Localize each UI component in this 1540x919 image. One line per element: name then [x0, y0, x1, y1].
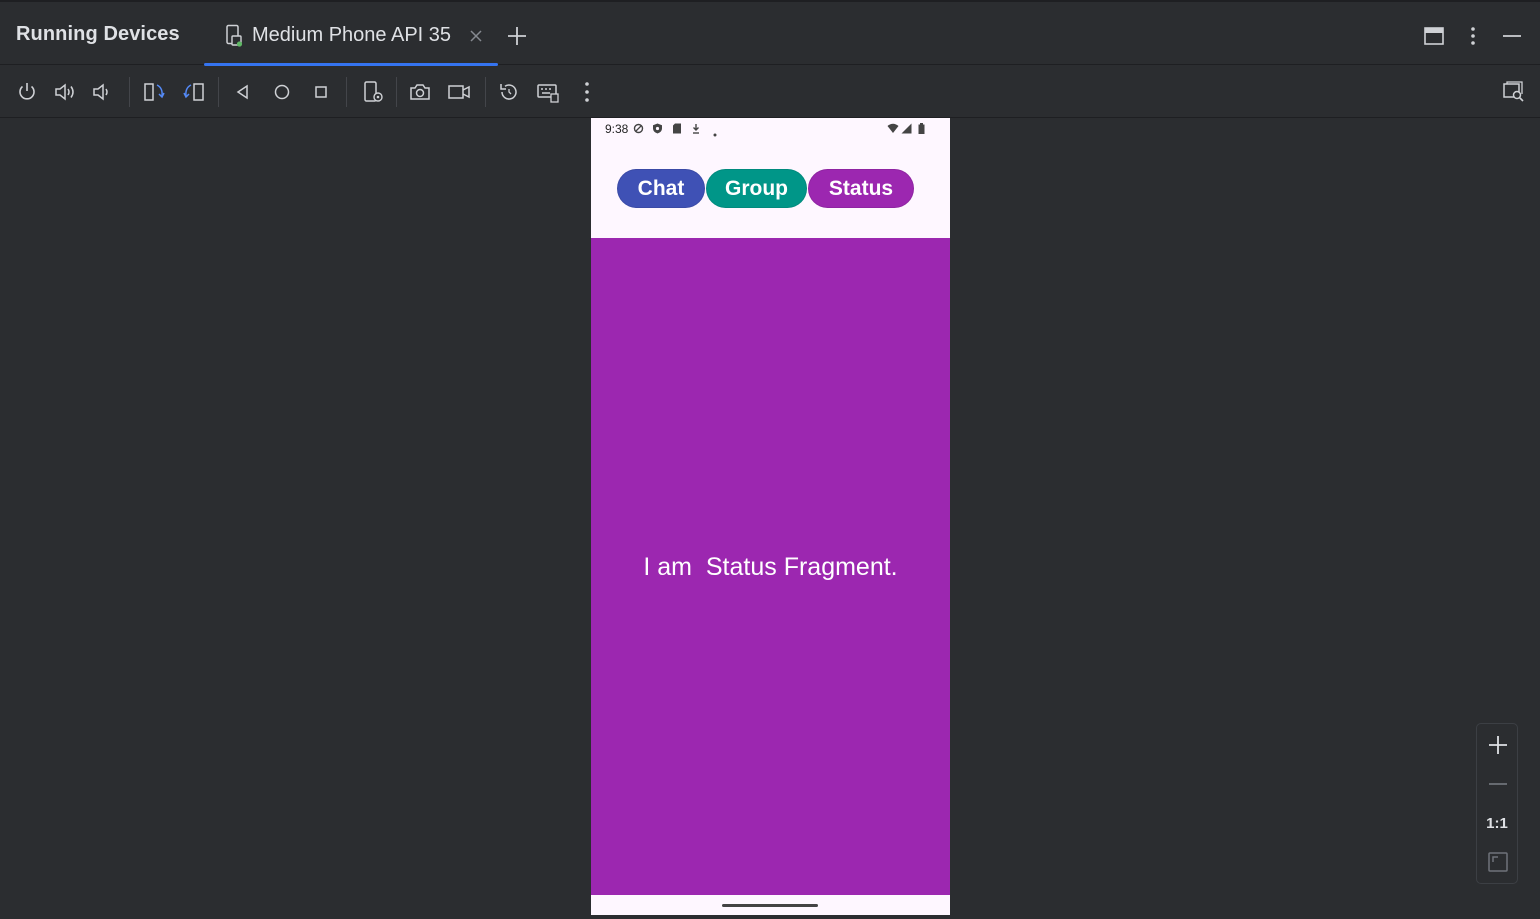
more-options-icon[interactable] [1464, 26, 1482, 51]
home-icon[interactable] [270, 80, 294, 104]
fragment-container: I am Status Fragment. [591, 238, 950, 895]
wifi-icon [887, 123, 899, 137]
volume-down-icon[interactable] [91, 80, 115, 104]
group-button-label: Group [725, 176, 788, 200]
restore-layout-icon[interactable] [1423, 26, 1445, 51]
device-screen[interactable]: 9:38 Chat Group Status I am Status Fragm… [591, 118, 950, 915]
phone-device-icon [224, 24, 244, 53]
device-mirror-search-icon[interactable] [1502, 80, 1526, 104]
home-handle[interactable] [722, 904, 818, 907]
volume-up-icon[interactable] [53, 80, 77, 104]
more-icon[interactable] [575, 80, 599, 104]
rotate-left-icon[interactable] [142, 80, 166, 104]
cell-signal-icon [901, 123, 912, 137]
vpn-icon [633, 123, 644, 137]
reset-icon[interactable] [497, 80, 521, 104]
toolbar-separator [396, 77, 397, 107]
tab-medium-phone[interactable]: Medium Phone API 35 [204, 2, 498, 66]
download-icon [691, 123, 701, 137]
device-settings-icon[interactable] [361, 80, 385, 104]
toolbar-separator [346, 77, 347, 107]
group-button[interactable]: Group [706, 169, 807, 208]
chat-button[interactable]: Chat [617, 169, 705, 208]
fragment-text: I am Status Fragment. [643, 553, 898, 581]
panel-title: Running Devices [16, 23, 180, 45]
toolbar-separator [129, 77, 130, 107]
title-bar: Running Devices Medium Phone API 35 [0, 0, 1540, 66]
toolbar-separator [218, 77, 219, 107]
status-time: 9:38 [605, 122, 629, 136]
keyboard-icon[interactable] [536, 80, 560, 104]
status-bar: 9:38 [591, 118, 950, 140]
sd-card-icon [672, 123, 682, 137]
notification-dot-icon [713, 126, 717, 140]
minimize-icon[interactable] [1502, 26, 1522, 51]
rotate-right-icon[interactable] [182, 80, 206, 104]
zoom-controls: 1:1 [1476, 723, 1518, 884]
gesture-nav-bar [591, 895, 950, 915]
add-tab-icon[interactable] [506, 25, 528, 52]
tab-label: Medium Phone API 35 [252, 24, 452, 46]
power-icon[interactable] [15, 80, 39, 104]
plus-icon[interactable] [1486, 733, 1510, 757]
toolbar-separator [485, 77, 486, 107]
screenshot-icon[interactable] [408, 80, 432, 104]
actual-size-button[interactable]: 1:1 [1477, 815, 1517, 832]
overview-icon[interactable] [309, 80, 333, 104]
minus-icon[interactable] [1486, 772, 1510, 796]
close-icon[interactable] [469, 29, 483, 48]
device-toolbar [0, 66, 1540, 118]
status-button[interactable]: Status [808, 169, 914, 208]
fit-screen-icon[interactable] [1486, 850, 1510, 874]
screen-record-icon[interactable] [447, 80, 471, 104]
chat-button-label: Chat [637, 176, 685, 200]
back-icon[interactable] [231, 80, 255, 104]
shield-icon [652, 123, 663, 137]
status-button-label: Status [828, 176, 894, 200]
battery-icon [918, 123, 925, 137]
